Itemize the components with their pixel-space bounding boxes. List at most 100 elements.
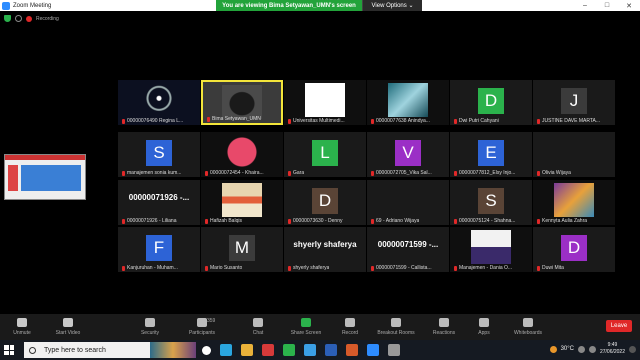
- thumbnail-header: [5, 155, 85, 160]
- participant-avatar-letter: S: [146, 140, 172, 166]
- participant-tile[interactable]: Olivia Wijaya: [533, 132, 615, 177]
- participant-tile[interactable]: S 00000075124 - Shahna...: [450, 180, 532, 225]
- participant-tile[interactable]: Universitas Multimedi...: [284, 80, 366, 125]
- close-button[interactable]: ✕: [618, 0, 640, 11]
- participant-tile[interactable]: D Duwi Mita: [533, 227, 615, 272]
- participant-avatar-letter: D: [478, 88, 504, 114]
- shield-icon[interactable]: [4, 15, 11, 22]
- share-screen-button[interactable]: Share Screen: [284, 318, 328, 336]
- participant-tile[interactable]: Manajemen - Dania O...: [450, 227, 532, 272]
- participant-tile[interactable]: J JUSTINE DAVE MARTA...: [533, 80, 615, 125]
- participant-name: shyerly shaferya: [293, 265, 330, 271]
- participant-tile[interactable]: M Mario Susanto: [201, 227, 283, 272]
- participant-tile[interactable]: 00000076490 Regina L...: [118, 80, 200, 125]
- video-off-icon: [63, 318, 73, 327]
- system-tray: 30°C 9:49 27/06/2022: [549, 342, 636, 356]
- info-icon[interactable]: [15, 15, 22, 22]
- participant-tile[interactable]: D Dwi Putri Cahyani: [450, 80, 532, 125]
- whiteboards-button[interactable]: Whiteboards: [506, 318, 550, 336]
- participant-profile-picture: [471, 230, 511, 264]
- participant-tile[interactable]: shyerly shaferya shyerly shaferya: [284, 227, 366, 272]
- participant-tile[interactable]: Bima Setyawan_UMN: [201, 80, 283, 125]
- windows-start-icon[interactable]: [4, 345, 14, 355]
- participant-tile[interactable]: F Kanjuruhan - Muham...: [118, 227, 200, 272]
- participant-avatar-letter: D: [561, 235, 587, 261]
- participant-tile[interactable]: 00000071926 -... 00000071926 - Liliana: [118, 180, 200, 225]
- task-view-icon[interactable]: [202, 346, 211, 355]
- participant-tile[interactable]: E 00000077812_Elsy Injo...: [450, 132, 532, 177]
- security-button[interactable]: Security: [128, 318, 172, 336]
- notifications-icon[interactable]: [629, 345, 636, 353]
- powerpoint-icon[interactable]: [346, 344, 358, 356]
- participant-name-row: shyerly shaferya: [288, 265, 329, 271]
- reactions-button[interactable]: Reactions: [422, 318, 466, 336]
- participants-button[interactable]: 359 Participants: [180, 318, 224, 336]
- participant-name: Duwi Mita: [542, 265, 564, 271]
- shared-screen-thumbnail[interactable]: [4, 154, 86, 200]
- participant-tile[interactable]: Smanajemen sonia kum...: [118, 132, 200, 177]
- participant-name-row: Hafizah Balqis: [205, 218, 242, 224]
- participant-profile-picture: [305, 83, 345, 117]
- zoom-app-icon: [2, 1, 10, 10]
- window-controls: – □ ✕: [574, 0, 640, 11]
- view-options-button[interactable]: View Options ⌄: [362, 0, 422, 11]
- windows-taskbar: Type here to search 30°C 9:49 27/06/2022: [0, 340, 640, 360]
- participant-tile[interactable]: Kennyta Aulia Zahra: [533, 180, 615, 225]
- chrome-icon[interactable]: [262, 344, 274, 356]
- volume-icon[interactable]: [588, 345, 596, 353]
- muted-mic-icon: [371, 118, 374, 124]
- muted-mic-icon: [122, 118, 125, 124]
- maximize-button[interactable]: □: [596, 0, 618, 11]
- unmute-button[interactable]: Unmute: [0, 318, 44, 336]
- minimize-button[interactable]: –: [574, 0, 596, 11]
- participant-name-row: Duwi Mita: [537, 265, 564, 271]
- record-label: Record: [341, 330, 359, 336]
- participant-profile-picture: [222, 183, 262, 217]
- chrome-alt-icon[interactable]: [283, 344, 295, 356]
- muted-mic-icon: [205, 265, 208, 271]
- participant-tile[interactable]: L Gara: [284, 132, 366, 177]
- taskbar-search-box[interactable]: Type here to search: [24, 342, 196, 358]
- participant-avatar-letter: M: [229, 235, 255, 261]
- participant-name: Mario Susanto: [210, 265, 243, 271]
- start-video-button[interactable]: Start Video: [46, 318, 90, 336]
- weather-icon[interactable]: [549, 345, 557, 353]
- breakout-rooms-button[interactable]: Breakout Rooms: [374, 318, 418, 336]
- participant-name-row: Bima Setyawan_UMN: [207, 116, 261, 122]
- misc-app-icon[interactable]: [388, 344, 400, 356]
- unmute-label: Unmute: [13, 330, 31, 336]
- share-screen-icon: [301, 318, 311, 327]
- chat-button[interactable]: Chat: [236, 318, 280, 336]
- participant-tile[interactable]: 69 - Adriano Wijaya: [367, 180, 449, 225]
- participant-tile[interactable]: 00000071599 -... 00000071599 - Callista..…: [367, 227, 449, 272]
- participant-name-row: Olivia Wijaya: [537, 170, 571, 176]
- apps-button[interactable]: Apps: [462, 318, 506, 336]
- participant-profile-picture: [222, 135, 262, 169]
- record-icon: [345, 318, 355, 327]
- taskbar-apps: [202, 344, 400, 356]
- meeting-status: Recording: [4, 15, 59, 22]
- file-explorer-icon[interactable]: [241, 344, 253, 356]
- search-placeholder: Type here to search: [44, 346, 106, 354]
- participant-name-row: Manajemen - Dania O...: [454, 265, 512, 271]
- participant-tile[interactable]: Hafizah Balqis: [201, 180, 283, 225]
- edge-icon[interactable]: [220, 344, 232, 356]
- store-icon[interactable]: [304, 344, 316, 356]
- participant-tile[interactable]: 00000072454 - Khaira...: [201, 132, 283, 177]
- muted-mic-icon: [537, 118, 540, 124]
- participant-tile[interactable]: V 00000072705_Vika Sal...: [367, 132, 449, 177]
- window-title: Zoom Meeting: [13, 2, 52, 9]
- zoom-taskbar-icon[interactable]: [367, 344, 379, 356]
- clock[interactable]: 9:49 27/06/2022: [600, 342, 625, 356]
- leave-button[interactable]: Leave: [606, 320, 632, 332]
- share-banner: You are viewing Bima Setyawan_UMN's scre…: [216, 0, 422, 11]
- search-highlight-image: [150, 342, 196, 358]
- network-icon[interactable]: [577, 345, 585, 353]
- word-icon[interactable]: [325, 344, 337, 356]
- security-label: Security: [140, 330, 160, 336]
- participant-tile[interactable]: 00000077638 Anindya...: [367, 80, 449, 125]
- record-button[interactable]: Record: [328, 318, 372, 336]
- participant-tile[interactable]: D 00000073630 - Denny: [284, 180, 366, 225]
- muted-mic-icon: [17, 318, 27, 327]
- share-screen-label: Share Screen: [290, 330, 322, 336]
